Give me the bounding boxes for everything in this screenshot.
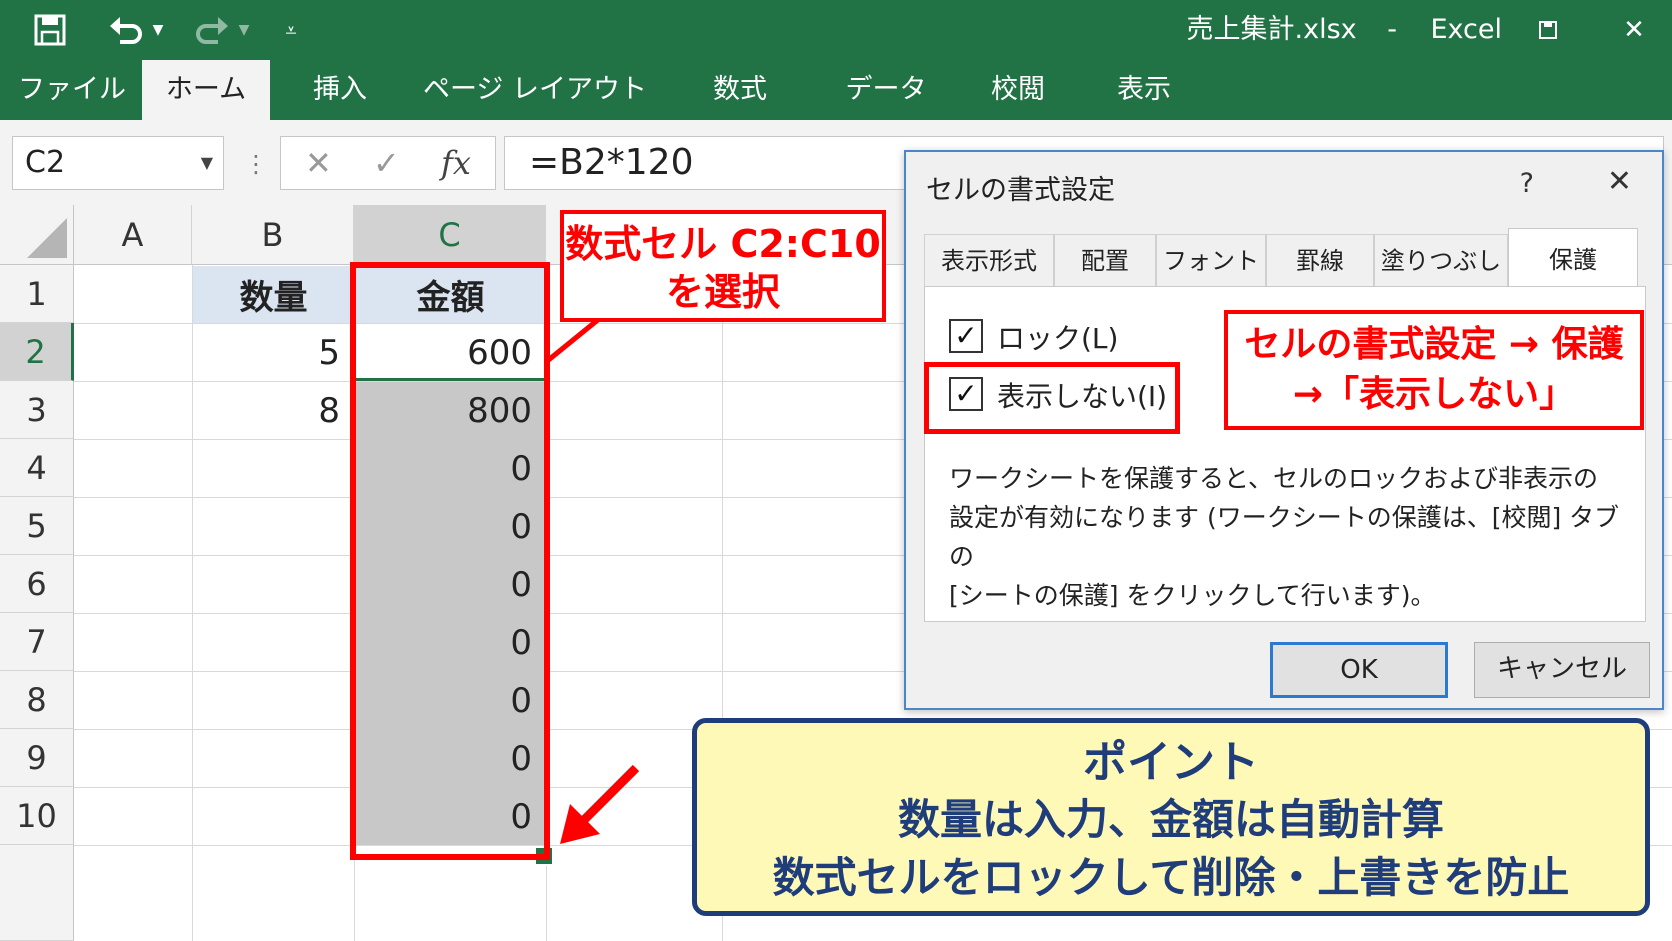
tab-home[interactable]: ホーム — [142, 60, 270, 120]
filename: 売上集計.xlsx — [1186, 14, 1357, 45]
row-header-5[interactable]: 5 — [0, 497, 74, 555]
tab-file[interactable]: ファイル — [12, 60, 132, 120]
protection-description: ワークシートを保護すると、セルのロックおよび非表示の 設定が有効になります (ワ… — [949, 459, 1629, 615]
column-header-c[interactable]: C — [354, 205, 546, 265]
lock-checkbox[interactable]: ✓ — [949, 319, 983, 353]
point-title: ポイント — [1083, 737, 1259, 788]
formula-bar-grip-icon[interactable]: ⋮ — [244, 150, 268, 178]
description-line-3: [シートの保護] をクリックして行います)。 — [949, 581, 1436, 610]
select-all-button[interactable] — [0, 205, 74, 265]
protection-callout-line-2: →「表示しない」 — [1292, 374, 1576, 415]
cell-b3[interactable]: 8 — [193, 382, 354, 439]
title-bar: ▼ ▼ ⩡ 売上集計.xlsx - Excel ✕ — [0, 0, 1672, 60]
row-header-3[interactable]: 3 — [0, 381, 74, 439]
point-line-1: 数量は入力、金額は自動計算 — [897, 795, 1444, 844]
select-range-callout: 数式セル C2:C10 を選択 — [560, 210, 886, 322]
tab-review[interactable]: 校閲 — [968, 60, 1068, 120]
select-range-callout-line-1: 数式セル C2:C10 — [565, 222, 881, 266]
select-range-callout-line-2: を選択 — [665, 270, 780, 314]
undo-icon[interactable] — [104, 12, 148, 48]
tab-insert[interactable]: 挿入 — [290, 60, 390, 120]
dialog-close-icon[interactable]: ✕ — [1607, 164, 1632, 199]
tab-page-layout[interactable]: ページ レイアウト — [420, 60, 650, 120]
customize-toolbar-icon[interactable]: ⩡ — [278, 12, 304, 48]
undo-dropdown-icon[interactable]: ▼ — [148, 12, 168, 48]
name-box[interactable]: C2 ▼ — [12, 136, 224, 190]
restore-window-icon[interactable] — [1528, 12, 1568, 48]
tab-number-format[interactable]: 表示形式 — [924, 234, 1054, 286]
confirm-entry-icon[interactable]: ✓ — [373, 137, 400, 189]
description-line-1: ワークシートを保護すると、セルのロックおよび非表示の — [949, 464, 1599, 493]
row-header-4[interactable]: 4 — [0, 439, 74, 497]
tab-data[interactable]: データ — [826, 60, 946, 120]
point-line-2: 数式セルをロックして削除・上書きを防止 — [772, 853, 1570, 902]
fill-handle-arrow-icon — [560, 764, 640, 844]
redo-dropdown-icon[interactable]: ▼ — [234, 12, 254, 48]
hidden-option-highlight — [924, 362, 1180, 434]
formula-buttons: ✕ ✓ fx — [280, 136, 496, 190]
cell-b2[interactable]: 5 — [193, 324, 354, 381]
window-title: 売上集計.xlsx - — [1187, 12, 1397, 48]
column-header-b[interactable]: B — [192, 205, 354, 265]
close-window-icon[interactable]: ✕ — [1614, 12, 1654, 48]
cancel-button[interactable]: キャンセル — [1474, 642, 1650, 698]
ok-button[interactable]: OK — [1270, 642, 1448, 698]
dialog-title: セルの書式設定 — [926, 175, 1115, 206]
name-box-value: C2 — [25, 145, 66, 180]
protection-callout: セルの書式設定 → 保護 →「表示しない」 — [1224, 310, 1644, 430]
app-name: Excel — [1430, 14, 1502, 45]
insert-function-icon[interactable]: fx — [441, 137, 471, 189]
tab-view[interactable]: 表示 — [1094, 60, 1194, 120]
cell-b1[interactable]: 数量 — [193, 266, 354, 323]
row-header-blank — [0, 845, 74, 941]
tab-formulas[interactable]: 数式 — [690, 60, 790, 120]
description-line-2: 設定が有効になります (ワークシートの保護は、[校閲] タブの — [949, 503, 1620, 571]
column-header-a[interactable]: A — [74, 205, 192, 265]
tab-protection[interactable]: 保護 — [1508, 228, 1638, 288]
lock-label: ロック(L) — [997, 322, 1119, 355]
row-header-2[interactable]: 2 — [0, 323, 74, 381]
ribbon-tabs: ファイル ホーム 挿入 ページ レイアウト 数式 データ 校閲 表示 — [0, 60, 1672, 120]
tab-alignment[interactable]: 配置 — [1054, 234, 1156, 286]
row-header-1[interactable]: 1 — [0, 265, 74, 323]
save-icon[interactable] — [28, 12, 72, 48]
row-header-7[interactable]: 7 — [0, 613, 74, 671]
help-icon[interactable]: ? — [1520, 168, 1534, 199]
point-box: ポイント 数量は入力、金額は自動計算 数式セルをロックして削除・上書きを防止 — [692, 718, 1650, 916]
tab-font[interactable]: フォント — [1156, 234, 1266, 286]
title-separator: - — [1387, 14, 1397, 45]
tab-fill[interactable]: 塗りつぶし — [1374, 234, 1508, 286]
name-box-dropdown-icon[interactable]: ▼ — [201, 137, 213, 189]
dialog-tabs: 表示形式 配置 フォント 罫線 塗りつぶし 保護 — [924, 228, 1646, 288]
row-header-9[interactable]: 9 — [0, 729, 74, 787]
protection-callout-line-1: セルの書式設定 → 保護 — [1244, 324, 1624, 365]
row-header-10[interactable]: 10 — [0, 787, 74, 845]
row-header-8[interactable]: 8 — [0, 671, 74, 729]
tab-border[interactable]: 罫線 — [1266, 234, 1374, 286]
cancel-entry-icon[interactable]: ✕ — [305, 137, 332, 189]
row-header-6[interactable]: 6 — [0, 555, 74, 613]
redo-icon[interactable] — [190, 12, 234, 48]
formula-range-highlight — [350, 262, 550, 860]
